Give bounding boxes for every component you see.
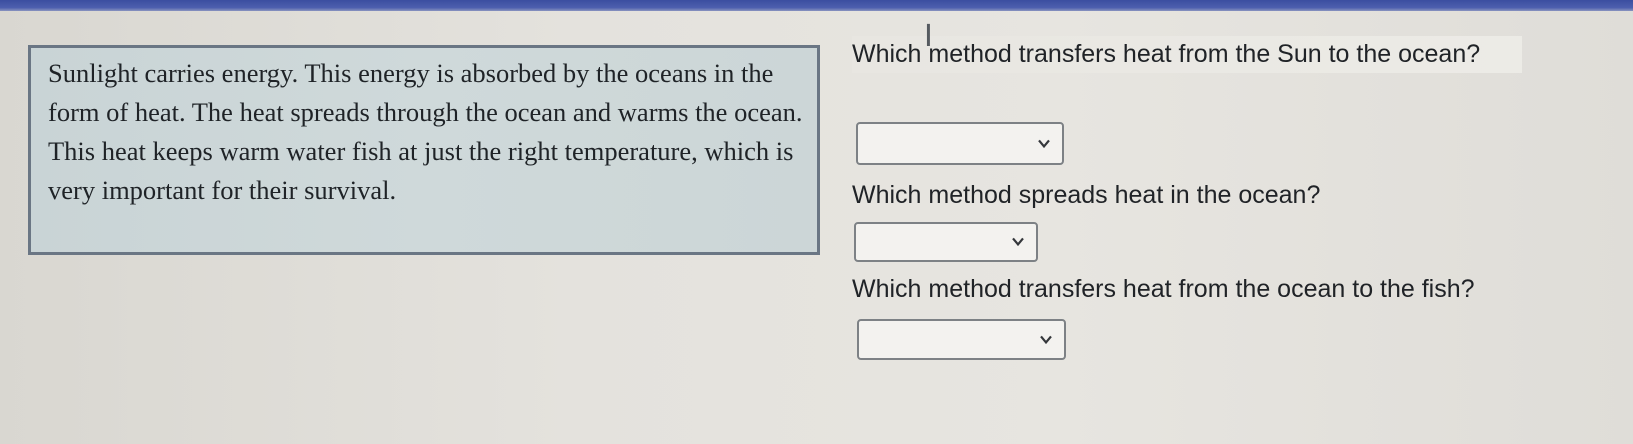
question-1-dropdown[interactable]	[856, 122, 1064, 165]
question-2-text: Which method spreads heat in the ocean?	[852, 181, 1321, 209]
reading-passage: Sunlight carries energy. This energy is …	[28, 45, 820, 255]
question-3-dropdown[interactable]	[857, 319, 1066, 360]
chevron-down-icon	[1012, 237, 1024, 247]
text-cursor-icon: I	[924, 19, 933, 54]
top-bar	[0, 0, 1633, 11]
question-3-text: Which method transfers heat from the oce…	[852, 275, 1475, 303]
question-1-text: Which method transfers heat from the Sun…	[852, 36, 1522, 73]
chevron-down-icon	[1040, 335, 1052, 344]
chevron-down-icon	[1038, 139, 1050, 148]
question-2-dropdown[interactable]	[854, 222, 1038, 262]
